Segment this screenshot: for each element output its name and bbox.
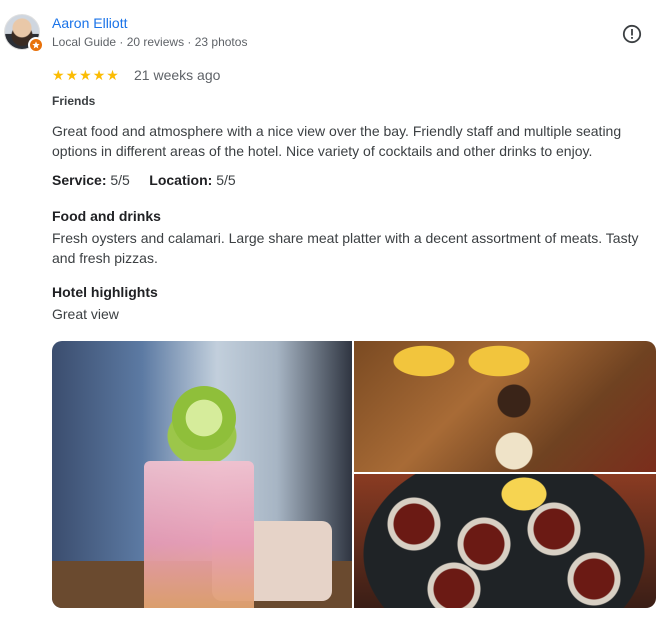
service-value: 5/5 bbox=[110, 172, 130, 188]
section-text-food: Fresh oysters and calamari. Large share … bbox=[52, 230, 639, 266]
star-icon: ★ bbox=[65, 67, 79, 83]
review-time: 21 weeks ago bbox=[134, 67, 221, 83]
reviewer-avatar[interactable] bbox=[4, 14, 44, 53]
photo-glass bbox=[144, 461, 254, 608]
photo-oysters[interactable] bbox=[354, 474, 656, 608]
star-icon: ★ bbox=[106, 67, 119, 83]
photo-cocktail[interactable] bbox=[52, 341, 352, 608]
section-text-hotel: Great view bbox=[52, 306, 119, 322]
photo-lime bbox=[172, 386, 236, 450]
visit-tag: Friends bbox=[52, 94, 96, 108]
reviewer-meta: Local Guide · 20 reviews · 23 photos bbox=[52, 35, 248, 49]
star-rating: ★ ★ ★ ★ ★ bbox=[52, 67, 119, 83]
review-text: Great food and atmosphere with a nice vi… bbox=[52, 123, 622, 159]
photo-platter[interactable] bbox=[354, 341, 656, 472]
star-icon: ★ bbox=[79, 67, 92, 83]
service-label: Service: bbox=[52, 172, 107, 188]
reviewer-name-link[interactable]: Aaron Elliott bbox=[52, 15, 127, 31]
review-photos bbox=[52, 341, 656, 608]
local-guide-badge-icon bbox=[28, 37, 44, 53]
section-heading-food: Food and drinks bbox=[52, 208, 161, 224]
section-heading-hotel: Hotel highlights bbox=[52, 284, 158, 300]
star-icon: ★ bbox=[92, 67, 106, 83]
location-value: 5/5 bbox=[216, 172, 236, 188]
report-icon[interactable] bbox=[622, 24, 642, 44]
location-label: Location: bbox=[149, 172, 213, 188]
sub-ratings: Service: 5/5 Location: 5/5 bbox=[52, 172, 236, 188]
star-icon: ★ bbox=[52, 67, 65, 83]
